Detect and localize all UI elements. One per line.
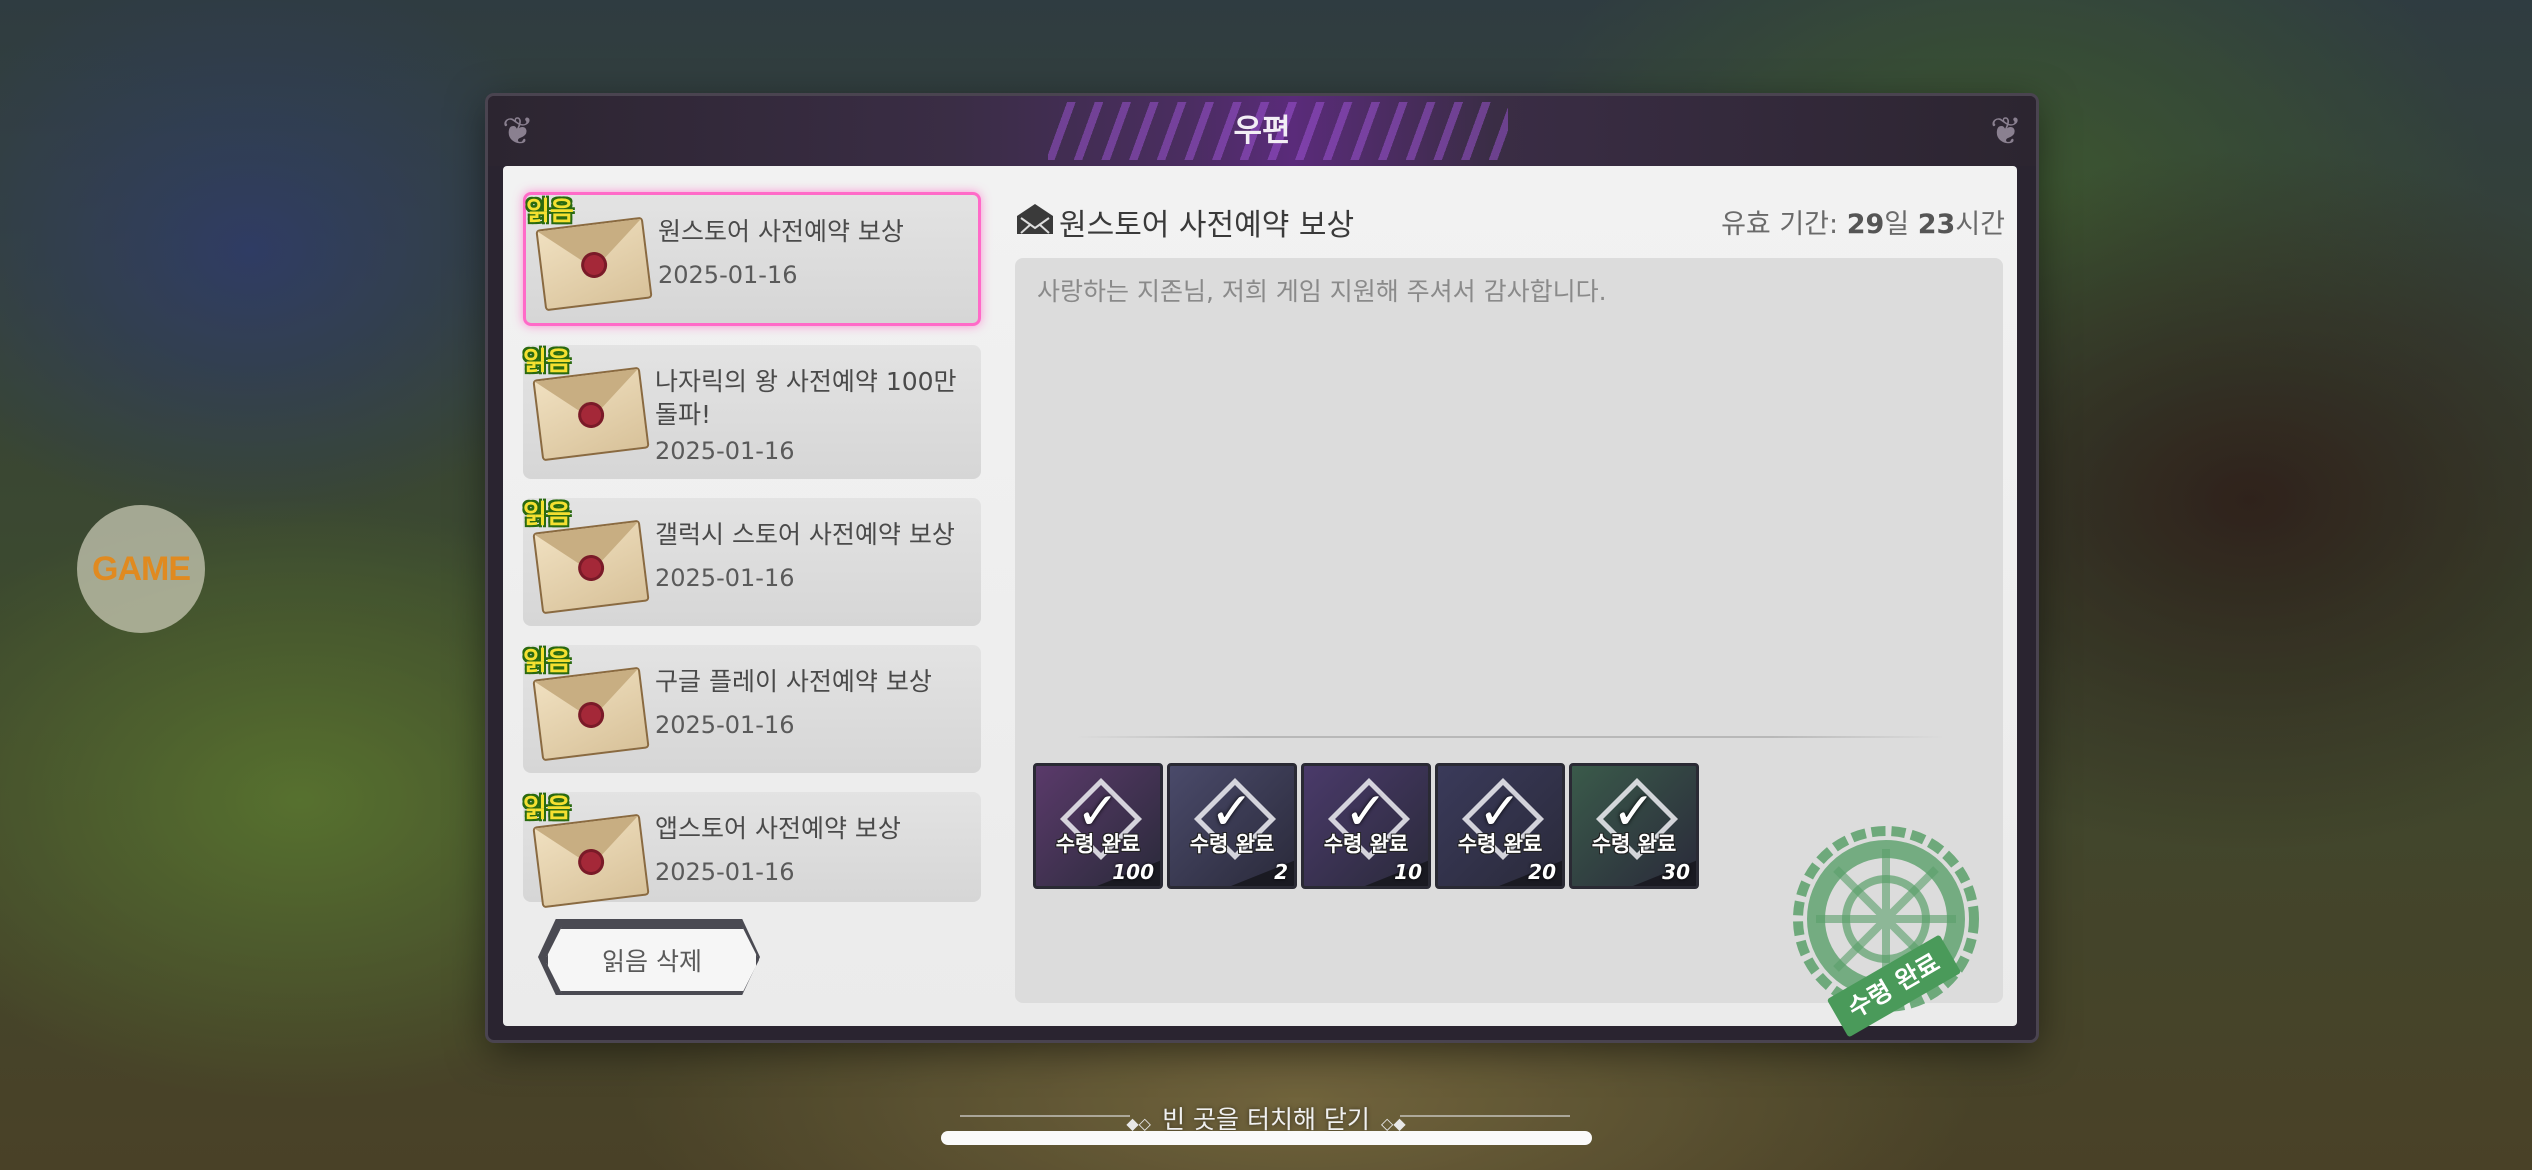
detail-title: 원스토어 사전예약 보상 (1059, 208, 1355, 243)
content-divider (1075, 736, 1945, 738)
reward-status: 수령 완료 (1457, 832, 1543, 856)
mail-title: 원스토어 사전예약 보상 (658, 217, 904, 246)
read-badge: 읽음 (523, 347, 571, 377)
reward-qty: 10 (1394, 860, 1422, 884)
validity-days: 29 (1846, 209, 1885, 240)
mail-title: 앱스토어 사전예약 보상 (655, 814, 901, 843)
reward-status: 수령 완료 (1591, 832, 1677, 856)
mail-title: 갤럭시 스토어 사전예약 보상 (655, 520, 955, 549)
mail-message: 사랑하는 지존님, 저희 게임 지원해 주셔서 감사합니다. (1037, 277, 1607, 306)
mail-item[interactable]: 읽음 나자릭의 왕 사전예약 100만 돌파! 2025-01-16 (523, 345, 981, 479)
reward-item[interactable]: ✓ 수령 완료 100 (1033, 763, 1163, 889)
validity-label: 유효 기간: (1721, 209, 1839, 240)
mailbox-modal: ❦ ❦ 우편 읽음 원스토어 사전예약 보상 2025-01-16 읽음 나자릭… (488, 96, 2036, 1040)
mail-item[interactable]: 읽음 원스토어 사전예약 보상 2025-01-16 (523, 192, 981, 326)
mail-date: 2025-01-16 (655, 437, 795, 465)
validity-hours: 23 (1917, 209, 1956, 240)
detail-header: 원스토어 사전예약 보상 유효 기간: 29일 23시간 (1015, 196, 2005, 246)
mail-item[interactable]: 읽음 구글 플레이 사전예약 보상 2025-01-16 (523, 645, 981, 773)
reward-item[interactable]: ✓ 수령 완료 30 (1569, 763, 1699, 889)
envelope-icon (532, 366, 650, 462)
reward-qty: 2 (1274, 860, 1288, 884)
validity-days-unit: 일 (1884, 209, 1910, 240)
game-float-button[interactable]: GAME (77, 505, 205, 633)
delete-read-label: 읽음 삭제 (602, 947, 702, 976)
read-badge: 읽음 (523, 647, 571, 677)
reward-status: 수령 완료 (1189, 832, 1275, 856)
reward-qty: 20 (1528, 860, 1556, 884)
reward-qty: 30 (1662, 860, 1690, 884)
envelope-icon (535, 216, 653, 312)
reward-status: 수령 완료 (1055, 832, 1141, 856)
reward-item[interactable]: ✓ 수령 완료 20 (1435, 763, 1565, 889)
mail-date: 2025-01-16 (655, 564, 795, 592)
envelope-icon (532, 813, 650, 909)
mail-item[interactable]: 읽음 갤럭시 스토어 사전예약 보상 2025-01-16 (523, 498, 981, 626)
reward-qty: 100 (1112, 860, 1154, 884)
envelope-icon (532, 519, 650, 615)
game-float-label: GAME (92, 549, 191, 588)
read-badge: 읽음 (523, 500, 571, 530)
reward-status: 수령 완료 (1323, 832, 1409, 856)
modal-title: 우편 (1233, 113, 1291, 149)
mail-date: 2025-01-16 (655, 858, 795, 886)
validity-hours-unit: 시간 (1955, 209, 2005, 240)
read-badge: 읽음 (523, 794, 571, 824)
modal-body: 읽음 원스토어 사전예약 보상 2025-01-16 읽음 나자릭의 왕 사전예… (503, 166, 2017, 1038)
read-badge: 읽음 (526, 197, 574, 227)
validity-period: 유효 기간: 29일 23시간 (1721, 202, 2005, 241)
home-indicator[interactable] (941, 1131, 1592, 1145)
mail-date: 2025-01-16 (658, 261, 798, 289)
mail-date: 2025-01-16 (655, 711, 795, 739)
reward-item[interactable]: ✓ 수령 완료 10 (1301, 763, 1431, 889)
mail-title: 나자릭의 왕 사전예약 100만 돌파! (655, 367, 957, 429)
open-mail-icon (1017, 204, 1053, 234)
delete-read-button[interactable]: 읽음 삭제 (545, 926, 759, 994)
mail-list: 읽음 원스토어 사전예약 보상 2025-01-16 읽음 나자릭의 왕 사전예… (523, 192, 985, 921)
mail-item[interactable]: 읽음 앱스토어 사전예약 보상 2025-01-16 (523, 792, 981, 909)
modal-header: ❦ ❦ 우편 (488, 96, 2036, 166)
reward-item[interactable]: ✓ 수령 완료 2 (1167, 763, 1297, 889)
mail-title: 구글 플레이 사전예약 보상 (655, 667, 932, 696)
envelope-icon (532, 666, 650, 762)
